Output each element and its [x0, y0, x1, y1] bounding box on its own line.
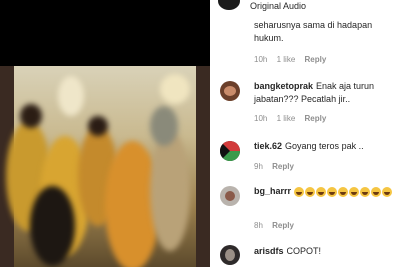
comment-text: seharusnya sama di hadapan hukum.: [254, 20, 373, 43]
video-frame: [0, 66, 210, 267]
avatar[interactable]: [220, 141, 240, 161]
avatar-face: [225, 249, 235, 261]
comment-username[interactable]: tiek.62: [254, 141, 282, 151]
comment-meta: 10h 1 like Reply: [254, 55, 333, 64]
avatar[interactable]: [220, 245, 240, 265]
avatar[interactable]: [220, 81, 240, 101]
comment-username[interactable]: bg_harrr: [254, 186, 291, 196]
comment-meta: 10h 1 like Reply: [254, 114, 333, 123]
reply-button[interactable]: Reply: [272, 221, 294, 230]
window-light: [58, 76, 84, 116]
video-right-edge: [196, 66, 210, 267]
comment-likes[interactable]: 1 like: [277, 114, 296, 123]
laughing-emoji-row: [294, 186, 393, 198]
crowd-figure: [88, 116, 108, 136]
comment-likes[interactable]: 1 like: [277, 55, 296, 64]
laughing-emoji-icon: [349, 187, 360, 198]
comment-meta: 8h Reply: [254, 221, 301, 230]
comment-text: Goyang teros pak ..: [285, 141, 364, 151]
avatar-face: [224, 86, 236, 96]
window-light: [160, 74, 190, 104]
laughing-emoji-icon: [360, 187, 371, 198]
crowd-figure: [150, 106, 178, 146]
avatar-face: [225, 191, 235, 201]
comment-username[interactable]: arisdfs: [254, 246, 284, 256]
laughing-emoji-icon: [294, 187, 305, 198]
comment-time: 8h: [254, 221, 263, 230]
video-player[interactable]: [0, 0, 210, 267]
comment-text: COPOT!: [286, 246, 322, 256]
comment-body: bangketoprak Enak aja turun jabatan??? Pe…: [254, 80, 394, 106]
original-audio-row[interactable]: Original Audio: [212, 0, 400, 14]
laughing-emoji-icon: [382, 187, 393, 198]
comment-username[interactable]: bangketoprak: [254, 81, 313, 91]
comment-body: tiek.62 Goyang teros pak ..: [254, 140, 394, 153]
crowd-figure: [150, 131, 190, 251]
comment-time: 9h: [254, 162, 263, 171]
laughing-emoji-icon: [316, 187, 327, 198]
comment-time: 10h: [254, 114, 268, 123]
reply-button[interactable]: Reply: [305, 114, 327, 123]
music-disc-icon: [218, 0, 240, 10]
laughing-emoji-icon: [305, 187, 316, 198]
comment-meta: 9h Reply: [254, 162, 301, 171]
crowd-figure: [20, 104, 42, 128]
original-audio-label: Original Audio: [250, 1, 307, 11]
laughing-emoji-icon: [327, 187, 338, 198]
comment-body: bg_harrr: [254, 185, 394, 198]
comment-time: 10h: [254, 55, 268, 64]
avatar[interactable]: [220, 186, 240, 206]
crowd-figure: [30, 186, 75, 266]
reply-button[interactable]: Reply: [272, 162, 294, 171]
laughing-emoji-icon: [338, 187, 349, 198]
reply-button[interactable]: Reply: [305, 55, 327, 64]
laughing-emoji-icon: [371, 187, 382, 198]
avatar-flag-triangle: [220, 141, 230, 161]
comment-body: arisdfs COPOT!: [254, 245, 394, 258]
